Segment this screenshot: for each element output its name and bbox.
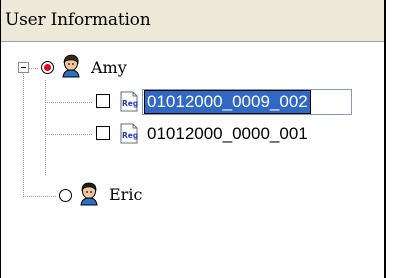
tree-line bbox=[29, 68, 39, 69]
tree-line bbox=[23, 196, 57, 197]
svg-text:Reg: Reg bbox=[122, 99, 138, 108]
panel-header: User Information bbox=[1, 0, 384, 42]
user-name-amy: Amy bbox=[91, 58, 127, 77]
user-radio-eric[interactable] bbox=[59, 189, 72, 202]
user-name-eric: Eric bbox=[109, 185, 143, 204]
tree-line bbox=[45, 134, 93, 135]
user-radio-amy[interactable] bbox=[41, 61, 54, 74]
user-information-panel: User Information Amy Reg 01012000_0009_0… bbox=[0, 0, 386, 278]
tree-line bbox=[45, 102, 93, 103]
collapse-icon[interactable] bbox=[18, 62, 29, 73]
reg-document-icon: Reg bbox=[120, 91, 138, 112]
user-head-icon bbox=[62, 54, 80, 78]
user-tree: Amy Reg 01012000_0009_002 Reg 01012000_0… bbox=[1, 42, 384, 278]
tree-line bbox=[45, 80, 46, 175]
tree-line bbox=[23, 70, 24, 196]
registration-checkbox[interactable] bbox=[96, 126, 110, 140]
svg-text:Reg: Reg bbox=[122, 131, 138, 140]
user-head-icon bbox=[80, 182, 98, 206]
registration-label[interactable]: 01012000_0000_001 bbox=[147, 123, 308, 145]
panel-title: User Information bbox=[5, 10, 151, 30]
registration-label[interactable]: 01012000_0009_002 bbox=[144, 90, 311, 114]
registration-checkbox[interactable] bbox=[96, 94, 110, 108]
reg-document-icon: Reg bbox=[120, 123, 138, 144]
